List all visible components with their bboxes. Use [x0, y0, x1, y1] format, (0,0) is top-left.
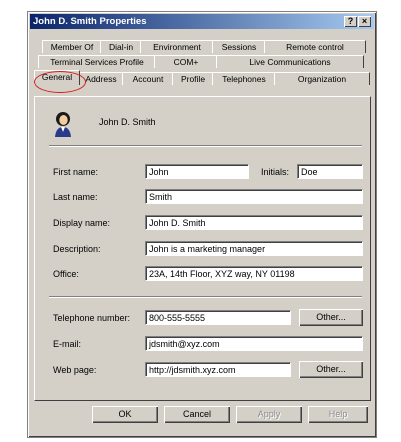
web-page-field[interactable]: http://jdsmith.xyz.com: [145, 362, 291, 377]
display-name-label: Display name:: [53, 218, 111, 228]
first-name-label: First name:: [53, 167, 99, 177]
email-field[interactable]: jdsmith@xyz.com: [145, 336, 363, 351]
general-tab-panel: John D. Smith First name: John Initials:…: [34, 96, 371, 401]
help-title-button[interactable]: ?: [344, 16, 357, 27]
title-bar[interactable]: John D. Smith Properties ? ×: [30, 14, 374, 29]
telephone-other-button[interactable]: Other...: [299, 309, 363, 326]
user-display-name: John D. Smith: [99, 117, 156, 127]
tab-environment[interactable]: Environment: [140, 40, 214, 53]
tab-organization[interactable]: Organization: [274, 72, 370, 85]
web-page-label: Web page:: [53, 365, 97, 375]
properties-dialog: John D. Smith Properties ? × Member Of D…: [27, 11, 377, 438]
tab-profile[interactable]: Profile: [172, 72, 214, 85]
tab-member-of[interactable]: Member Of: [42, 40, 102, 53]
user-avatar-icon: [55, 112, 71, 137]
tab-account[interactable]: Account: [122, 72, 174, 85]
initials-field[interactable]: Doe: [297, 164, 363, 179]
help-button[interactable]: Help: [308, 406, 368, 423]
office-label: Office:: [53, 269, 79, 279]
apply-button[interactable]: Apply: [236, 406, 302, 423]
tab-telephones[interactable]: Telephones: [212, 72, 276, 85]
tab-sessions[interactable]: Sessions: [212, 40, 266, 53]
office-field[interactable]: 23A, 14th Floor, XYZ way, NY 01198: [145, 266, 363, 281]
close-button[interactable]: ×: [358, 16, 371, 27]
tab-com-plus[interactable]: COM+: [154, 55, 218, 68]
description-label: Description:: [53, 244, 101, 254]
last-name-field[interactable]: Smith: [145, 189, 363, 204]
email-label: E-mail:: [53, 339, 82, 349]
tab-address[interactable]: Address: [78, 72, 124, 85]
tab-remote-control[interactable]: Remote control: [264, 40, 366, 53]
last-name-label: Last name:: [53, 192, 98, 202]
tab-general[interactable]: General: [34, 70, 80, 85]
description-field[interactable]: John is a marketing manager: [145, 241, 363, 256]
separator: [49, 296, 362, 298]
tab-live-communications[interactable]: Live Communications: [216, 55, 364, 68]
telephone-label: Telephone number:: [53, 313, 131, 323]
separator: [49, 145, 362, 147]
first-name-field[interactable]: John: [145, 164, 249, 179]
display-name-field[interactable]: John D. Smith: [145, 215, 363, 230]
initials-label: Initials:: [261, 167, 290, 177]
tab-dial-in[interactable]: Dial-in: [100, 40, 142, 53]
cancel-button[interactable]: Cancel: [164, 406, 230, 423]
telephone-field[interactable]: 800-555-5555: [145, 310, 291, 325]
web-page-other-button[interactable]: Other...: [299, 361, 363, 378]
ok-button[interactable]: OK: [92, 406, 158, 423]
window-title: John D. Smith Properties: [33, 16, 147, 27]
tab-terminal-services-profile[interactable]: Terminal Services Profile: [38, 55, 156, 68]
